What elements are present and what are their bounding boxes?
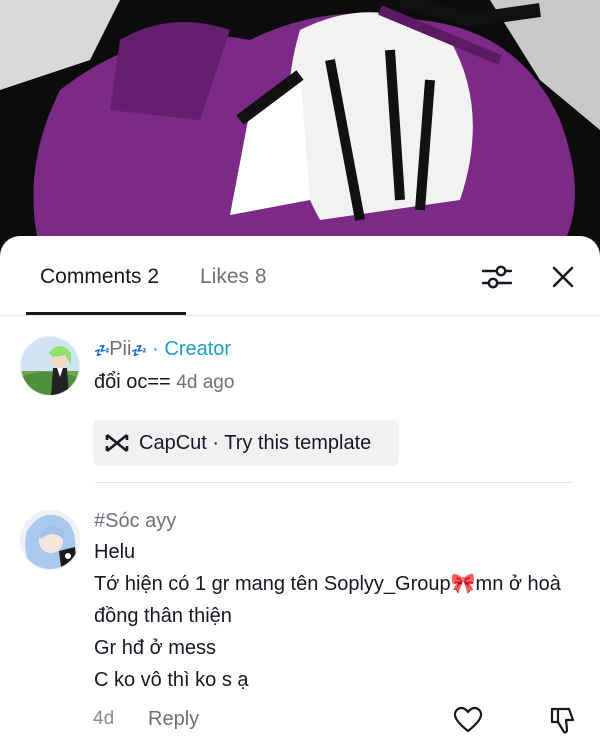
thumbs-down-icon [550,707,575,734]
sleep-emoji-icon: 💤 [131,343,147,358]
close-button[interactable] [544,258,582,296]
capcut-template-button[interactable]: CapCut · Try this template [93,420,399,466]
comment-line: Helu [94,541,136,563]
sliders-icon [481,265,513,289]
close-icon [552,266,574,288]
capcut-logo-icon [105,433,129,453]
video-frame-art [0,0,600,250]
heart-outline-icon [453,706,483,733]
filter-button[interactable] [478,258,516,296]
comment-line: Gr hđ ở mess [94,637,217,659]
avatar-image-2 [21,511,79,569]
comment-divider [94,482,572,483]
comment-text: đổi oc== [94,371,171,393]
comments-sheet: Comments 2 Likes 8 💤Pii💤 · Creator đổi o… [0,236,600,752]
comment-time: 4d ago [176,372,235,393]
capcut-template-label: CapCut · Try this template [139,432,372,454]
comment-username-row: 💤Pii💤 · Creator [94,336,580,364]
comment-actions: 4d Reply [93,706,580,736]
avatar[interactable] [20,510,80,570]
comment-time: 4d [93,708,115,729]
sleep-emoji-icon: 💤 [94,343,110,358]
comment-line: Tớ hiện có 1 gr mang tên Soplyy_Group🎀mn… [94,573,561,627]
active-tab-indicator [26,312,186,315]
comment-body: #Sóc ayy Helu Tớ hiện có 1 gr mang tên S… [94,508,580,696]
comments-tab-bar: Comments 2 Likes 8 [0,236,600,316]
video-preview[interactable] [0,0,600,250]
like-button[interactable] [453,706,483,739]
comment-body: 💤Pii💤 · Creator đổi oc== 4d ago [94,336,580,399]
comment-username[interactable]: Pii [109,338,131,360]
comment-text-row: đổi oc== 4d ago [94,366,580,399]
comment-line: C ko vô thì ko s ạ [94,669,249,691]
dislike-button[interactable] [549,706,577,741]
reply-button[interactable]: Reply [148,708,199,731]
avatar[interactable] [20,336,80,396]
tab-likes[interactable]: Likes 8 [200,264,267,290]
avatar-image-1 [21,337,79,395]
comment-text: Helu Tớ hiện có 1 gr mang tên Soplyy_Gro… [94,536,580,696]
tab-comments[interactable]: Comments 2 [40,264,159,290]
creator-badge: · Creator [152,338,232,360]
comment-username[interactable]: #Sóc ayy [94,508,580,534]
